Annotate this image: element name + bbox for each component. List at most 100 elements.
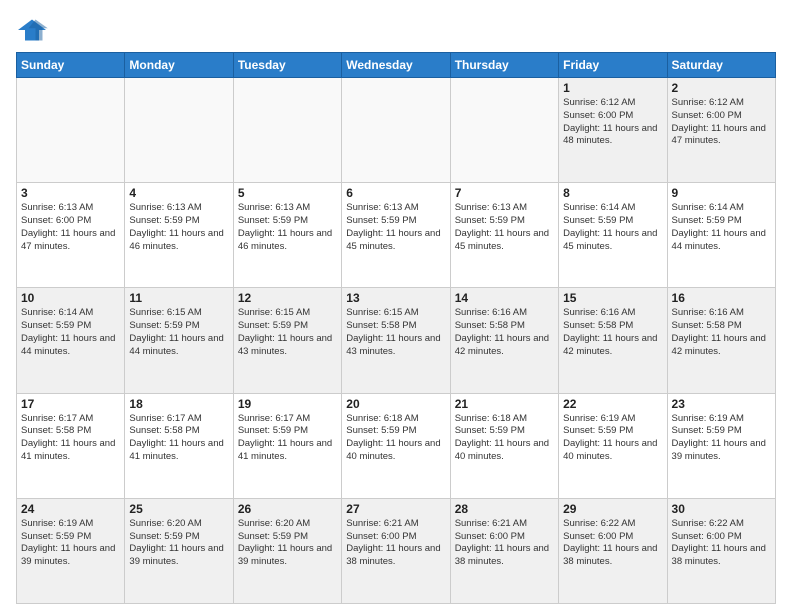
calendar-cell: 29 Sunrise: 6:22 AM Sunset: 6:00 PM Dayli… (559, 498, 667, 603)
calendar-header-saturday: Saturday (667, 53, 775, 78)
calendar-cell: 5Sunrise: 6:13 AM Sunset: 5:59 PM Daylig… (233, 183, 341, 288)
day-number: 23 (672, 397, 771, 411)
calendar-cell: 24Sunrise: 6:19 AM Sunset: 5:59 PM Dayli… (17, 498, 125, 603)
day-info: Sunrise: 6:14 AM Sunset: 5:59 PM Dayligh… (672, 202, 771, 253)
day-info: Sunrise: 6:19 AM Sunset: 5:59 PM Dayligh… (672, 413, 771, 464)
calendar-week-4: 24Sunrise: 6:19 AM Sunset: 5:59 PM Dayli… (17, 498, 776, 603)
day-number: 20 (346, 397, 445, 411)
day-info: Sunrise: 6:17 AM Sunset: 5:59 PM Dayligh… (238, 413, 337, 464)
calendar-cell: 1Sunrise: 6:12 AM Sunset: 6:00 PM Daylig… (559, 78, 667, 183)
day-number: 10 (21, 291, 120, 305)
day-number: 30 (672, 502, 771, 516)
day-number: 17 (21, 397, 120, 411)
day-info: Sunrise: 6:17 AM Sunset: 5:58 PM Dayligh… (21, 413, 120, 464)
day-number: 8 (563, 186, 662, 200)
calendar-cell: 12Sunrise: 6:15 AM Sunset: 5:59 PM Dayli… (233, 288, 341, 393)
day-info: Sunrise: 6:13 AM Sunset: 5:59 PM Dayligh… (238, 202, 337, 253)
calendar-cell: 28Sunrise: 6:21 AM Sunset: 6:00 PM Dayli… (450, 498, 558, 603)
day-number: 7 (455, 186, 554, 200)
day-number: 15 (563, 291, 662, 305)
day-info: Sunrise: 6:21 AM Sunset: 6:00 PM Dayligh… (346, 518, 445, 569)
calendar-cell: 27Sunrise: 6:21 AM Sunset: 6:00 PM Dayli… (342, 498, 450, 603)
day-number: 18 (129, 397, 228, 411)
day-info: Sunrise: 6:13 AM Sunset: 5:59 PM Dayligh… (346, 202, 445, 253)
day-info: Sunrise: 6:14 AM Sunset: 5:59 PM Dayligh… (563, 202, 662, 253)
calendar-cell: 22 Sunrise: 6:19 AM Sunset: 5:59 PM Dayli… (559, 393, 667, 498)
calendar-cell: 25 Sunrise: 6:20 AM Sunset: 5:59 PM Dayli… (125, 498, 233, 603)
day-info: Sunrise: 6:15 AM Sunset: 5:59 PM Dayligh… (129, 307, 228, 358)
day-info: Sunrise: 6:22 AM Sunset: 6:00 PM Dayligh… (563, 518, 662, 569)
day-number: 2 (672, 81, 771, 95)
calendar-cell: 17 Sunrise: 6:17 AM Sunset: 5:58 PM Dayli… (17, 393, 125, 498)
day-info: Sunrise: 6:14 AM Sunset: 5:59 PM Dayligh… (21, 307, 120, 358)
day-number: 29 (563, 502, 662, 516)
day-info: Sunrise: 6:20 AM Sunset: 5:59 PM Dayligh… (129, 518, 228, 569)
calendar-cell (125, 78, 233, 183)
day-info: Sunrise: 6:13 AM Sunset: 5:59 PM Dayligh… (129, 202, 228, 253)
day-number: 11 (129, 291, 228, 305)
calendar-header-row: SundayMondayTuesdayWednesdayThursdayFrid… (17, 53, 776, 78)
calendar-cell: 9 Sunrise: 6:14 AM Sunset: 5:59 PM Daylig… (667, 183, 775, 288)
calendar-cell: 23 Sunrise: 6:19 AM Sunset: 5:59 PM Dayli… (667, 393, 775, 498)
calendar-cell (450, 78, 558, 183)
day-number: 21 (455, 397, 554, 411)
day-info: Sunrise: 6:20 AM Sunset: 5:59 PM Dayligh… (238, 518, 337, 569)
calendar-cell: 11 Sunrise: 6:15 AM Sunset: 5:59 PM Dayli… (125, 288, 233, 393)
calendar-header-wednesday: Wednesday (342, 53, 450, 78)
day-info: Sunrise: 6:16 AM Sunset: 5:58 PM Dayligh… (672, 307, 771, 358)
page: SundayMondayTuesdayWednesdayThursdayFrid… (0, 0, 792, 612)
calendar-cell (17, 78, 125, 183)
day-number: 26 (238, 502, 337, 516)
day-number: 3 (21, 186, 120, 200)
day-number: 22 (563, 397, 662, 411)
calendar-cell: 30 Sunrise: 6:22 AM Sunset: 6:00 PM Dayli… (667, 498, 775, 603)
calendar-week-1: 3 Sunrise: 6:13 AM Sunset: 6:00 PM Daylig… (17, 183, 776, 288)
day-number: 24 (21, 502, 120, 516)
calendar-week-3: 17 Sunrise: 6:17 AM Sunset: 5:58 PM Dayli… (17, 393, 776, 498)
calendar-cell: 21 Sunrise: 6:18 AM Sunset: 5:59 PM Dayli… (450, 393, 558, 498)
day-number: 28 (455, 502, 554, 516)
calendar-cell: 7 Sunrise: 6:13 AM Sunset: 5:59 PM Daylig… (450, 183, 558, 288)
calendar-header-friday: Friday (559, 53, 667, 78)
day-info: Sunrise: 6:15 AM Sunset: 5:58 PM Dayligh… (346, 307, 445, 358)
day-number: 16 (672, 291, 771, 305)
calendar-cell: 2 Sunrise: 6:12 AM Sunset: 6:00 PM Daylig… (667, 78, 775, 183)
day-info: Sunrise: 6:22 AM Sunset: 6:00 PM Dayligh… (672, 518, 771, 569)
calendar-cell: 18 Sunrise: 6:17 AM Sunset: 5:58 PM Dayli… (125, 393, 233, 498)
day-info: Sunrise: 6:12 AM Sunset: 6:00 PM Dayligh… (672, 97, 771, 148)
day-number: 9 (672, 186, 771, 200)
calendar-cell (342, 78, 450, 183)
day-info: Sunrise: 6:13 AM Sunset: 5:59 PM Dayligh… (455, 202, 554, 253)
calendar-cell: 20 Sunrise: 6:18 AM Sunset: 5:59 PM Dayli… (342, 393, 450, 498)
day-info: Sunrise: 6:16 AM Sunset: 5:58 PM Dayligh… (455, 307, 554, 358)
calendar-cell: 3 Sunrise: 6:13 AM Sunset: 6:00 PM Daylig… (17, 183, 125, 288)
calendar-header-tuesday: Tuesday (233, 53, 341, 78)
day-info: Sunrise: 6:12 AM Sunset: 6:00 PM Dayligh… (563, 97, 662, 148)
day-info: Sunrise: 6:13 AM Sunset: 6:00 PM Dayligh… (21, 202, 120, 253)
day-info: Sunrise: 6:17 AM Sunset: 5:58 PM Dayligh… (129, 413, 228, 464)
logo (16, 16, 52, 44)
calendar-cell: 13 Sunrise: 6:15 AM Sunset: 5:58 PM Dayli… (342, 288, 450, 393)
calendar-cell: 4 Sunrise: 6:13 AM Sunset: 5:59 PM Daylig… (125, 183, 233, 288)
calendar-cell: 10 Sunrise: 6:14 AM Sunset: 5:59 PM Dayli… (17, 288, 125, 393)
calendar-cell: 26 Sunrise: 6:20 AM Sunset: 5:59 PM Dayli… (233, 498, 341, 603)
calendar-cell: 6Sunrise: 6:13 AM Sunset: 5:59 PM Daylig… (342, 183, 450, 288)
calendar-table: SundayMondayTuesdayWednesdayThursdayFrid… (16, 52, 776, 604)
day-info: Sunrise: 6:16 AM Sunset: 5:58 PM Dayligh… (563, 307, 662, 358)
day-info: Sunrise: 6:15 AM Sunset: 5:59 PM Dayligh… (238, 307, 337, 358)
calendar-header-sunday: Sunday (17, 53, 125, 78)
day-info: Sunrise: 6:18 AM Sunset: 5:59 PM Dayligh… (455, 413, 554, 464)
day-info: Sunrise: 6:18 AM Sunset: 5:59 PM Dayligh… (346, 413, 445, 464)
day-number: 19 (238, 397, 337, 411)
day-number: 13 (346, 291, 445, 305)
calendar-header-monday: Monday (125, 53, 233, 78)
calendar-cell: 16 Sunrise: 6:16 AM Sunset: 5:58 PM Dayli… (667, 288, 775, 393)
calendar-cell: 8 Sunrise: 6:14 AM Sunset: 5:59 PM Daylig… (559, 183, 667, 288)
calendar-cell: 14Sunrise: 6:16 AM Sunset: 5:58 PM Dayli… (450, 288, 558, 393)
day-number: 4 (129, 186, 228, 200)
header (16, 16, 776, 44)
calendar-header-thursday: Thursday (450, 53, 558, 78)
day-number: 25 (129, 502, 228, 516)
calendar-cell: 15 Sunrise: 6:16 AM Sunset: 5:58 PM Dayli… (559, 288, 667, 393)
day-info: Sunrise: 6:19 AM Sunset: 5:59 PM Dayligh… (563, 413, 662, 464)
